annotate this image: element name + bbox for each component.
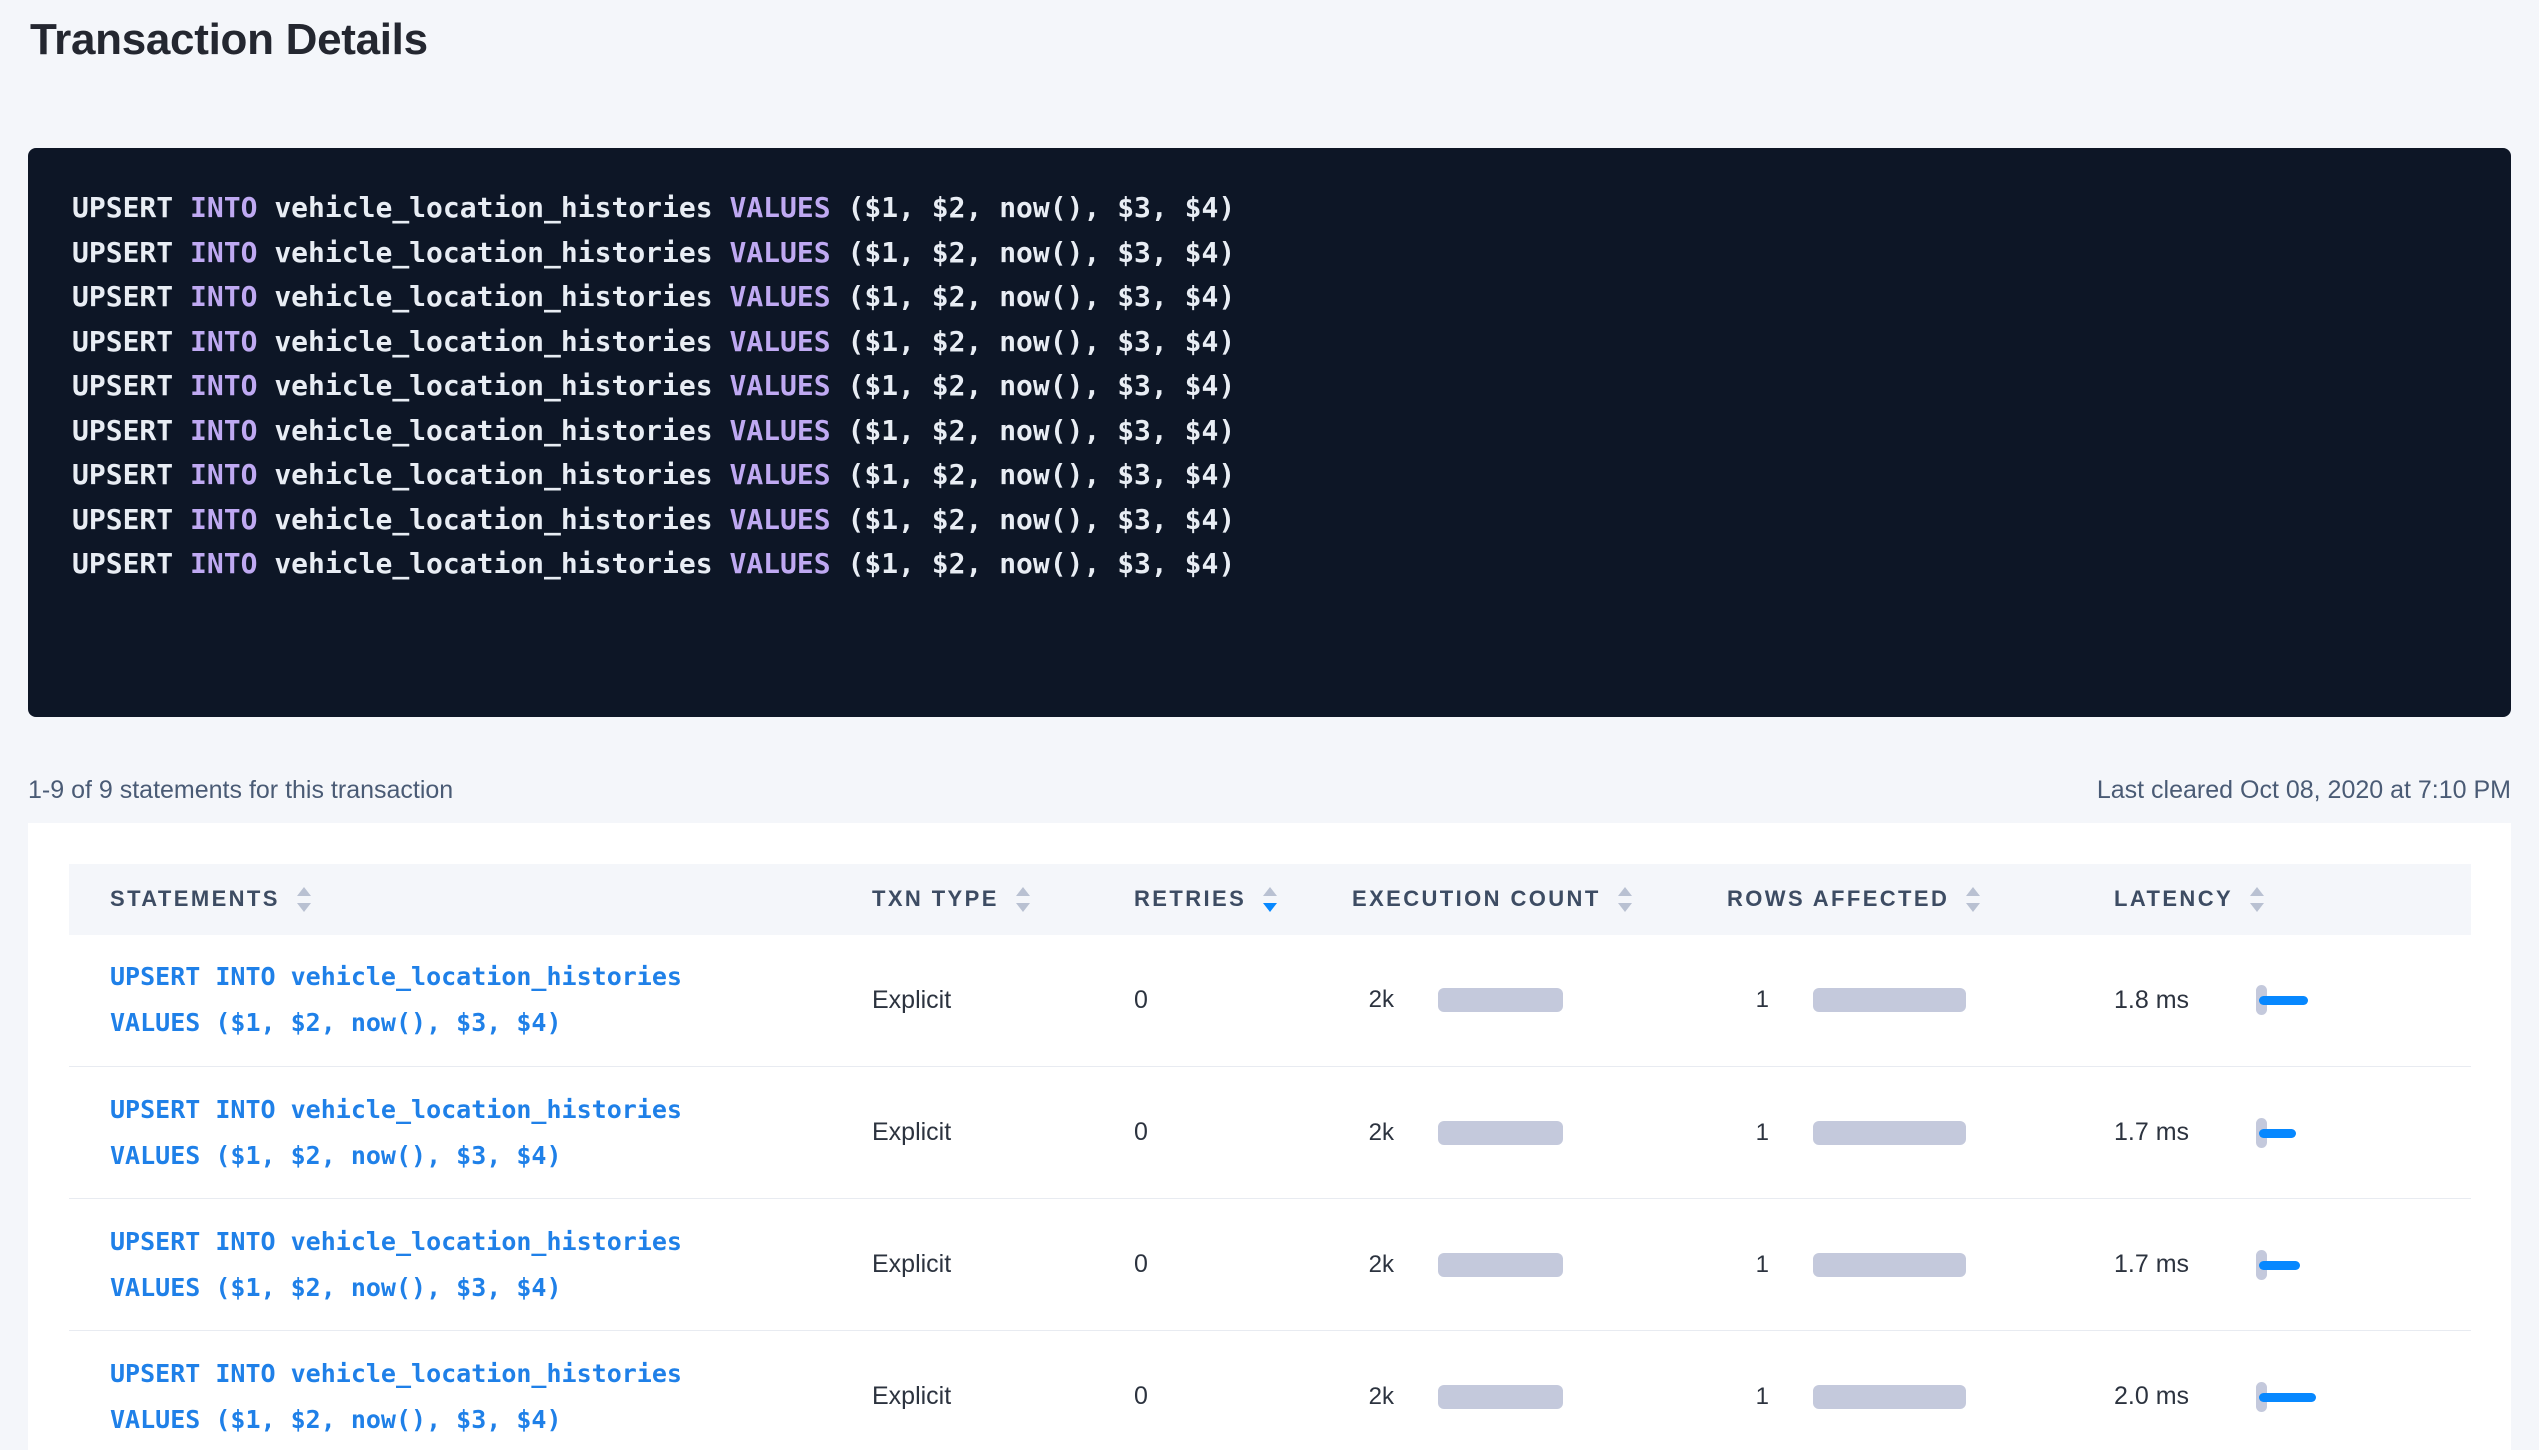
sql-statement-line: UPSERT INTO vehicle_location_histories V… <box>72 453 2471 498</box>
sql-statements-box: UPSERT INTO vehicle_location_histories V… <box>28 148 2511 717</box>
retries-value: 0 <box>1134 986 1148 1014</box>
execution-count-bar <box>1438 1385 1563 1409</box>
latency-bar-chart <box>2256 1117 2336 1149</box>
txn-type-value: Explicit <box>872 1382 951 1410</box>
statement-line-2: VALUES ($1, $2, now(), $3, $4) <box>110 1000 860 1046</box>
statement-line-1: UPSERT INTO vehicle_location_histories <box>110 1351 860 1397</box>
table-row: UPSERT INTO vehicle_location_histories V… <box>69 935 2471 1067</box>
retries-value: 0 <box>1134 1382 1148 1410</box>
column-header-txn-type[interactable]: TXN TYPE <box>860 864 1122 935</box>
retries-value: 0 <box>1134 1250 1148 1278</box>
sql-statement-line: UPSERT INTO vehicle_location_histories V… <box>72 320 2471 365</box>
sort-arrows-icon[interactable] <box>1263 887 1277 912</box>
statements-table: STATEMENTS TXN TYPE RETRIES <box>69 864 2471 1450</box>
sort-arrows-icon[interactable] <box>1016 887 1030 912</box>
latency-value: 1.7 ms <box>2114 1118 2192 1147</box>
column-header-rows-affected[interactable]: ROWS AFFECTED <box>1715 864 2102 935</box>
execution-count-bar <box>1438 1121 1563 1145</box>
statement-line-2: VALUES ($1, $2, now(), $3, $4) <box>110 1133 860 1179</box>
sql-statement-line: UPSERT INTO vehicle_location_histories V… <box>72 186 2471 231</box>
sql-statement-line: UPSERT INTO vehicle_location_histories V… <box>72 231 2471 276</box>
page-title: Transaction Details <box>30 16 2511 64</box>
latency-bar <box>2259 996 2308 1005</box>
last-cleared-text: Last cleared Oct 08, 2020 at 7:10 PM <box>2097 773 2511 807</box>
statement-link[interactable]: UPSERT INTO vehicle_location_histories V… <box>110 954 860 1046</box>
latency-bar-chart <box>2256 984 2336 1016</box>
statements-count-text: 1-9 of 9 statements for this transaction <box>28 773 453 807</box>
execution-count-bar <box>1438 1253 1563 1277</box>
statement-link[interactable]: UPSERT INTO vehicle_location_histories V… <box>110 1219 860 1311</box>
latency-value: 2.0 ms <box>2114 1382 2192 1411</box>
statement-link[interactable]: UPSERT INTO vehicle_location_histories V… <box>110 1351 860 1443</box>
latency-bar <box>2259 1261 2300 1270</box>
execution-count-value: 2k <box>1352 1251 1394 1279</box>
retries-value: 0 <box>1134 1118 1148 1146</box>
column-header-execution-count[interactable]: EXECUTION COUNT <box>1340 864 1715 935</box>
rows-affected-bar <box>1813 1385 1966 1409</box>
column-header-latency[interactable]: LATENCY <box>2102 864 2471 935</box>
execution-count-bar <box>1438 988 1563 1012</box>
statements-table-card: STATEMENTS TXN TYPE RETRIES <box>28 823 2511 1450</box>
latency-bar <box>2259 1129 2296 1138</box>
statement-line-1: UPSERT INTO vehicle_location_histories <box>110 1219 860 1265</box>
statement-line-2: VALUES ($1, $2, now(), $3, $4) <box>110 1397 860 1443</box>
rows-affected-value: 1 <box>1727 1251 1769 1279</box>
execution-count-value: 2k <box>1352 986 1394 1014</box>
txn-type-value: Explicit <box>872 986 951 1014</box>
sql-statement-line: UPSERT INTO vehicle_location_histories V… <box>72 542 2471 587</box>
sort-arrows-icon[interactable] <box>1618 887 1632 912</box>
txn-type-value: Explicit <box>872 1118 951 1146</box>
rows-affected-value: 1 <box>1727 1383 1769 1411</box>
sql-statement-line: UPSERT INTO vehicle_location_histories V… <box>72 409 2471 454</box>
rows-affected-bar <box>1813 988 1966 1012</box>
table-header-row: STATEMENTS TXN TYPE RETRIES <box>69 864 2471 935</box>
rows-affected-bar <box>1813 1121 1966 1145</box>
sql-statement-line: UPSERT INTO vehicle_location_histories V… <box>72 364 2471 409</box>
summary-row: 1-9 of 9 statements for this transaction… <box>28 773 2511 807</box>
txn-type-value: Explicit <box>872 1250 951 1278</box>
latency-bar <box>2259 1393 2316 1402</box>
column-header-statements[interactable]: STATEMENTS <box>69 864 860 935</box>
sql-statement-line: UPSERT INTO vehicle_location_histories V… <box>72 498 2471 543</box>
rows-affected-value: 1 <box>1727 1119 1769 1147</box>
table-row: UPSERT INTO vehicle_location_histories V… <box>69 1331 2471 1450</box>
table-row: UPSERT INTO vehicle_location_histories V… <box>69 1199 2471 1331</box>
column-header-retries[interactable]: RETRIES <box>1122 864 1340 935</box>
sort-arrows-icon[interactable] <box>1966 887 1980 912</box>
page: Transaction Details UPSERT INTO vehicle_… <box>0 0 2539 1450</box>
latency-bar-chart <box>2256 1381 2336 1413</box>
latency-value: 1.8 ms <box>2114 986 2192 1015</box>
rows-affected-value: 1 <box>1727 986 1769 1014</box>
statement-line-1: UPSERT INTO vehicle_location_histories <box>110 954 860 1000</box>
rows-affected-bar <box>1813 1253 1966 1277</box>
sort-arrows-icon[interactable] <box>2250 887 2264 912</box>
execution-count-value: 2k <box>1352 1383 1394 1411</box>
statement-line-1: UPSERT INTO vehicle_location_histories <box>110 1087 860 1133</box>
table-row: UPSERT INTO vehicle_location_histories V… <box>69 1067 2471 1199</box>
sql-statement-line: UPSERT INTO vehicle_location_histories V… <box>72 275 2471 320</box>
statement-link[interactable]: UPSERT INTO vehicle_location_histories V… <box>110 1087 860 1179</box>
latency-bar-chart <box>2256 1249 2336 1281</box>
execution-count-value: 2k <box>1352 1119 1394 1147</box>
latency-value: 1.7 ms <box>2114 1250 2192 1279</box>
sort-arrows-icon[interactable] <box>297 887 311 912</box>
statement-line-2: VALUES ($1, $2, now(), $3, $4) <box>110 1265 860 1311</box>
